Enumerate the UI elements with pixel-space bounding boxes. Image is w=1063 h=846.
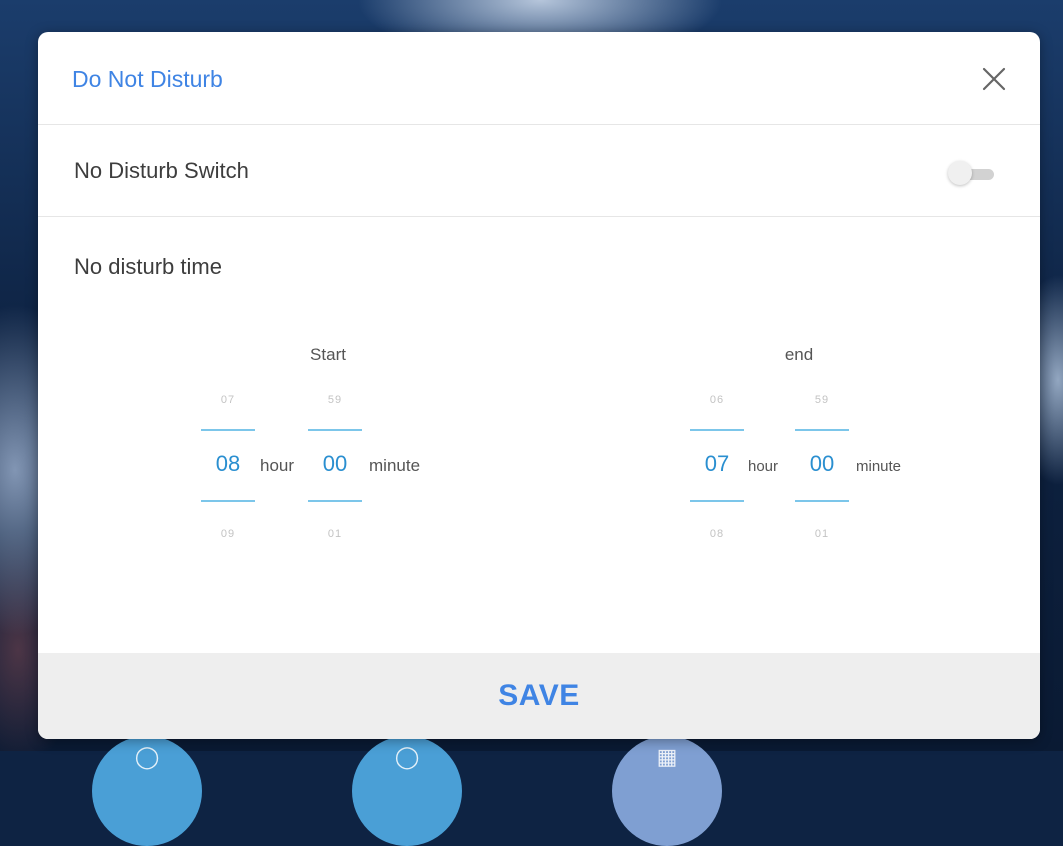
end-hour-next: 08 [709, 528, 725, 540]
save-label: SAVE [498, 679, 580, 712]
end-minute-next: 01 [814, 528, 830, 540]
shirt-icon: ◯ [134, 744, 160, 769]
close-button[interactable] [980, 65, 1008, 93]
dialog-header: Do Not Disturb [38, 32, 1040, 125]
start-hour-wheel[interactable]: 07 08 09 [201, 387, 255, 540]
start-minute-wheel[interactable]: 59 00 01 [308, 387, 362, 540]
start-minute-unit: minute [369, 456, 421, 475]
grid-icon: ▦ [656, 744, 678, 769]
no-disturb-switch-row: No Disturb Switch [38, 125, 1040, 217]
end-minute-unit: minute [856, 458, 902, 475]
end-minute-prev: 59 [814, 394, 830, 406]
start-hour-unit: hour [260, 456, 295, 475]
wheel-divider [690, 429, 744, 431]
end-hour-unit: hour [748, 458, 779, 475]
wheel-divider [201, 429, 255, 431]
no-disturb-switch-label: No Disturb Switch [74, 158, 249, 183]
wheel-divider [795, 500, 849, 502]
app-icon-3[interactable]: ▦ [612, 736, 722, 846]
start-hour-value: 08 [215, 451, 241, 476]
do-not-disturb-dialog: Do Not Disturb No Disturb Switch No dist… [38, 32, 1040, 739]
end-heading: end [784, 345, 814, 364]
start-hour-next: 09 [220, 528, 236, 540]
wheel-divider [308, 500, 362, 502]
end-hour-prev: 06 [709, 394, 725, 406]
shirt-icon: ◯ [394, 744, 420, 769]
end-hour-wheel[interactable]: 06 07 08 [690, 387, 744, 540]
dialog-title: Do Not Disturb [72, 66, 223, 92]
start-heading: Start [310, 345, 346, 364]
wheel-divider [690, 500, 744, 502]
wheel-divider [795, 429, 849, 431]
end-hour-value: 07 [704, 451, 730, 476]
app-icon-1[interactable]: ◯ [92, 736, 202, 846]
toggle-knob [948, 161, 972, 185]
start-minute-next: 01 [327, 528, 343, 540]
no-disturb-toggle[interactable] [946, 161, 1002, 187]
close-icon [982, 67, 1006, 91]
start-hour-prev: 07 [220, 394, 236, 406]
start-minute-value: 00 [322, 451, 348, 476]
start-minute-prev: 59 [327, 394, 343, 406]
save-button[interactable]: SAVE [38, 653, 1040, 739]
no-disturb-time-label: No disturb time [74, 254, 222, 279]
wheel-divider [201, 500, 255, 502]
wheel-divider [308, 429, 362, 431]
end-minute-value: 00 [809, 451, 835, 476]
end-minute-wheel[interactable]: 59 00 01 [795, 387, 849, 540]
app-icon-2[interactable]: ◯ [352, 736, 462, 846]
